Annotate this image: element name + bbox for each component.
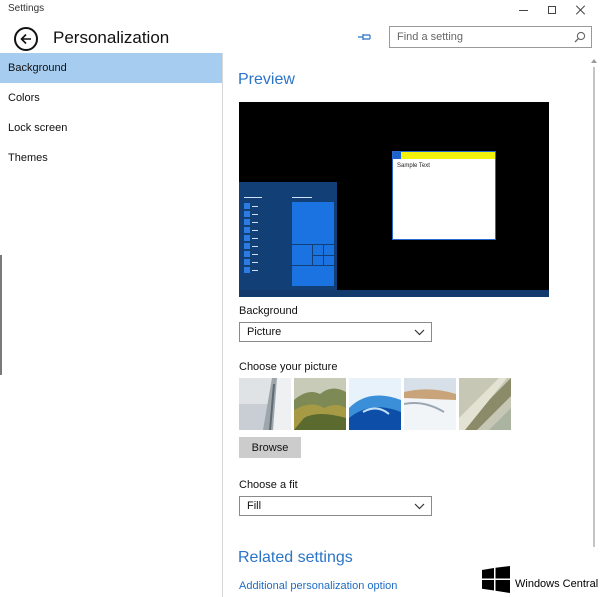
window-title: Settings [8, 3, 45, 14]
preview-window-accent [393, 152, 401, 159]
preview-menu-square [244, 251, 250, 257]
chevron-down-icon [414, 329, 425, 336]
search-icon[interactable] [574, 31, 586, 43]
shoreline-aerial-image [459, 378, 511, 430]
close-icon [576, 5, 586, 15]
back-button[interactable] [14, 27, 38, 51]
window-edge [0, 255, 2, 375]
preview-menu-square [244, 259, 250, 265]
snowy-slope-image [404, 378, 456, 430]
chevron-down-icon [414, 503, 425, 510]
preview-menu-square [244, 203, 250, 209]
scroll-up-icon[interactable] [590, 57, 598, 65]
preview-menu-line [252, 254, 258, 255]
choose-fit-label: Choose a fit [239, 479, 298, 491]
sidebar-item-colors[interactable]: Colors [0, 83, 222, 113]
preview-taskbar [239, 290, 549, 297]
preview-menu-line [252, 230, 258, 231]
back-arrow-icon [20, 33, 31, 45]
sidebar-item-lock-screen[interactable]: Lock screen [0, 113, 222, 143]
preview-menu-line [252, 214, 258, 215]
preview-menu-line [252, 246, 258, 247]
fit-dropdown[interactable]: Fill [239, 496, 432, 516]
picture-thumbnail-shoreline[interactable] [459, 378, 511, 430]
sidebar-item-background[interactable]: Background [0, 53, 222, 83]
pin-icon[interactable] [358, 32, 372, 42]
watermark: Windows Central [482, 566, 600, 594]
preview-menu-line [244, 197, 262, 198]
preview-tile [292, 202, 334, 244]
additional-personalization-link[interactable]: Additional personalization option [239, 580, 397, 592]
preview-menu-square [244, 243, 250, 249]
preview-menu-square [244, 235, 250, 241]
preview-sample-text: Sample Text [397, 163, 430, 169]
watermark-text: Windows Central [515, 578, 599, 590]
preview-menu-line [252, 262, 258, 263]
preview-tile [313, 256, 323, 265]
preview-tile [292, 266, 334, 286]
windows-logo-icon [482, 566, 510, 593]
scrollbar-thumb[interactable] [593, 67, 595, 547]
preview-menu-square [244, 211, 250, 217]
sidebar: Background Colors Lock screen Themes [0, 53, 223, 597]
preview-tile [324, 245, 334, 255]
related-settings-heading: Related settings [238, 549, 353, 566]
preview-tile [292, 245, 312, 265]
green-mountains-image [294, 378, 346, 430]
background-selected: Picture [247, 326, 282, 338]
choose-picture-label: Choose your picture [239, 361, 338, 373]
blue-abstract-image [349, 378, 401, 430]
preview-menu-line [252, 238, 258, 239]
preview-tile [313, 245, 323, 255]
sidebar-item-themes[interactable]: Themes [0, 143, 222, 173]
search-input[interactable] [390, 27, 570, 47]
preview-menu-square [244, 267, 250, 273]
preview-tile [324, 256, 334, 265]
scrollbar[interactable] [590, 57, 598, 557]
preview-menu-line [252, 206, 258, 207]
minimize-icon [518, 9, 528, 11]
search-box[interactable] [389, 26, 592, 48]
maximize-icon [548, 6, 556, 14]
browse-button[interactable]: Browse [239, 437, 301, 458]
page-title: Personalization [53, 28, 170, 47]
preview-sample-window: Sample Text [392, 151, 496, 240]
preview-heading: Preview [238, 71, 295, 88]
preview-tile-header [292, 197, 312, 198]
preview-window-titlebar [393, 152, 495, 159]
preview-menu-square [244, 227, 250, 233]
preview-menu-square [244, 219, 250, 225]
preview-menu-line [252, 270, 258, 271]
picture-thumbnail-mountains[interactable] [294, 378, 346, 430]
main-content: Preview Sample Text Background Picture C… [224, 53, 588, 597]
close-button[interactable] [566, 0, 596, 20]
minimize-button[interactable] [508, 0, 538, 20]
maximize-button[interactable] [537, 0, 567, 20]
bridge-fog-image [239, 378, 291, 430]
background-label: Background [239, 305, 298, 317]
desktop-preview: Sample Text [239, 102, 549, 297]
picture-thumbnail-snow[interactable] [404, 378, 456, 430]
picture-thumbnail-blue[interactable] [349, 378, 401, 430]
preview-menu-line [252, 222, 258, 223]
fit-selected: Fill [247, 500, 262, 512]
picture-thumbnail-bridge[interactable] [239, 378, 291, 430]
background-dropdown[interactable]: Picture [239, 322, 432, 342]
title-bar: Settings [0, 0, 600, 20]
